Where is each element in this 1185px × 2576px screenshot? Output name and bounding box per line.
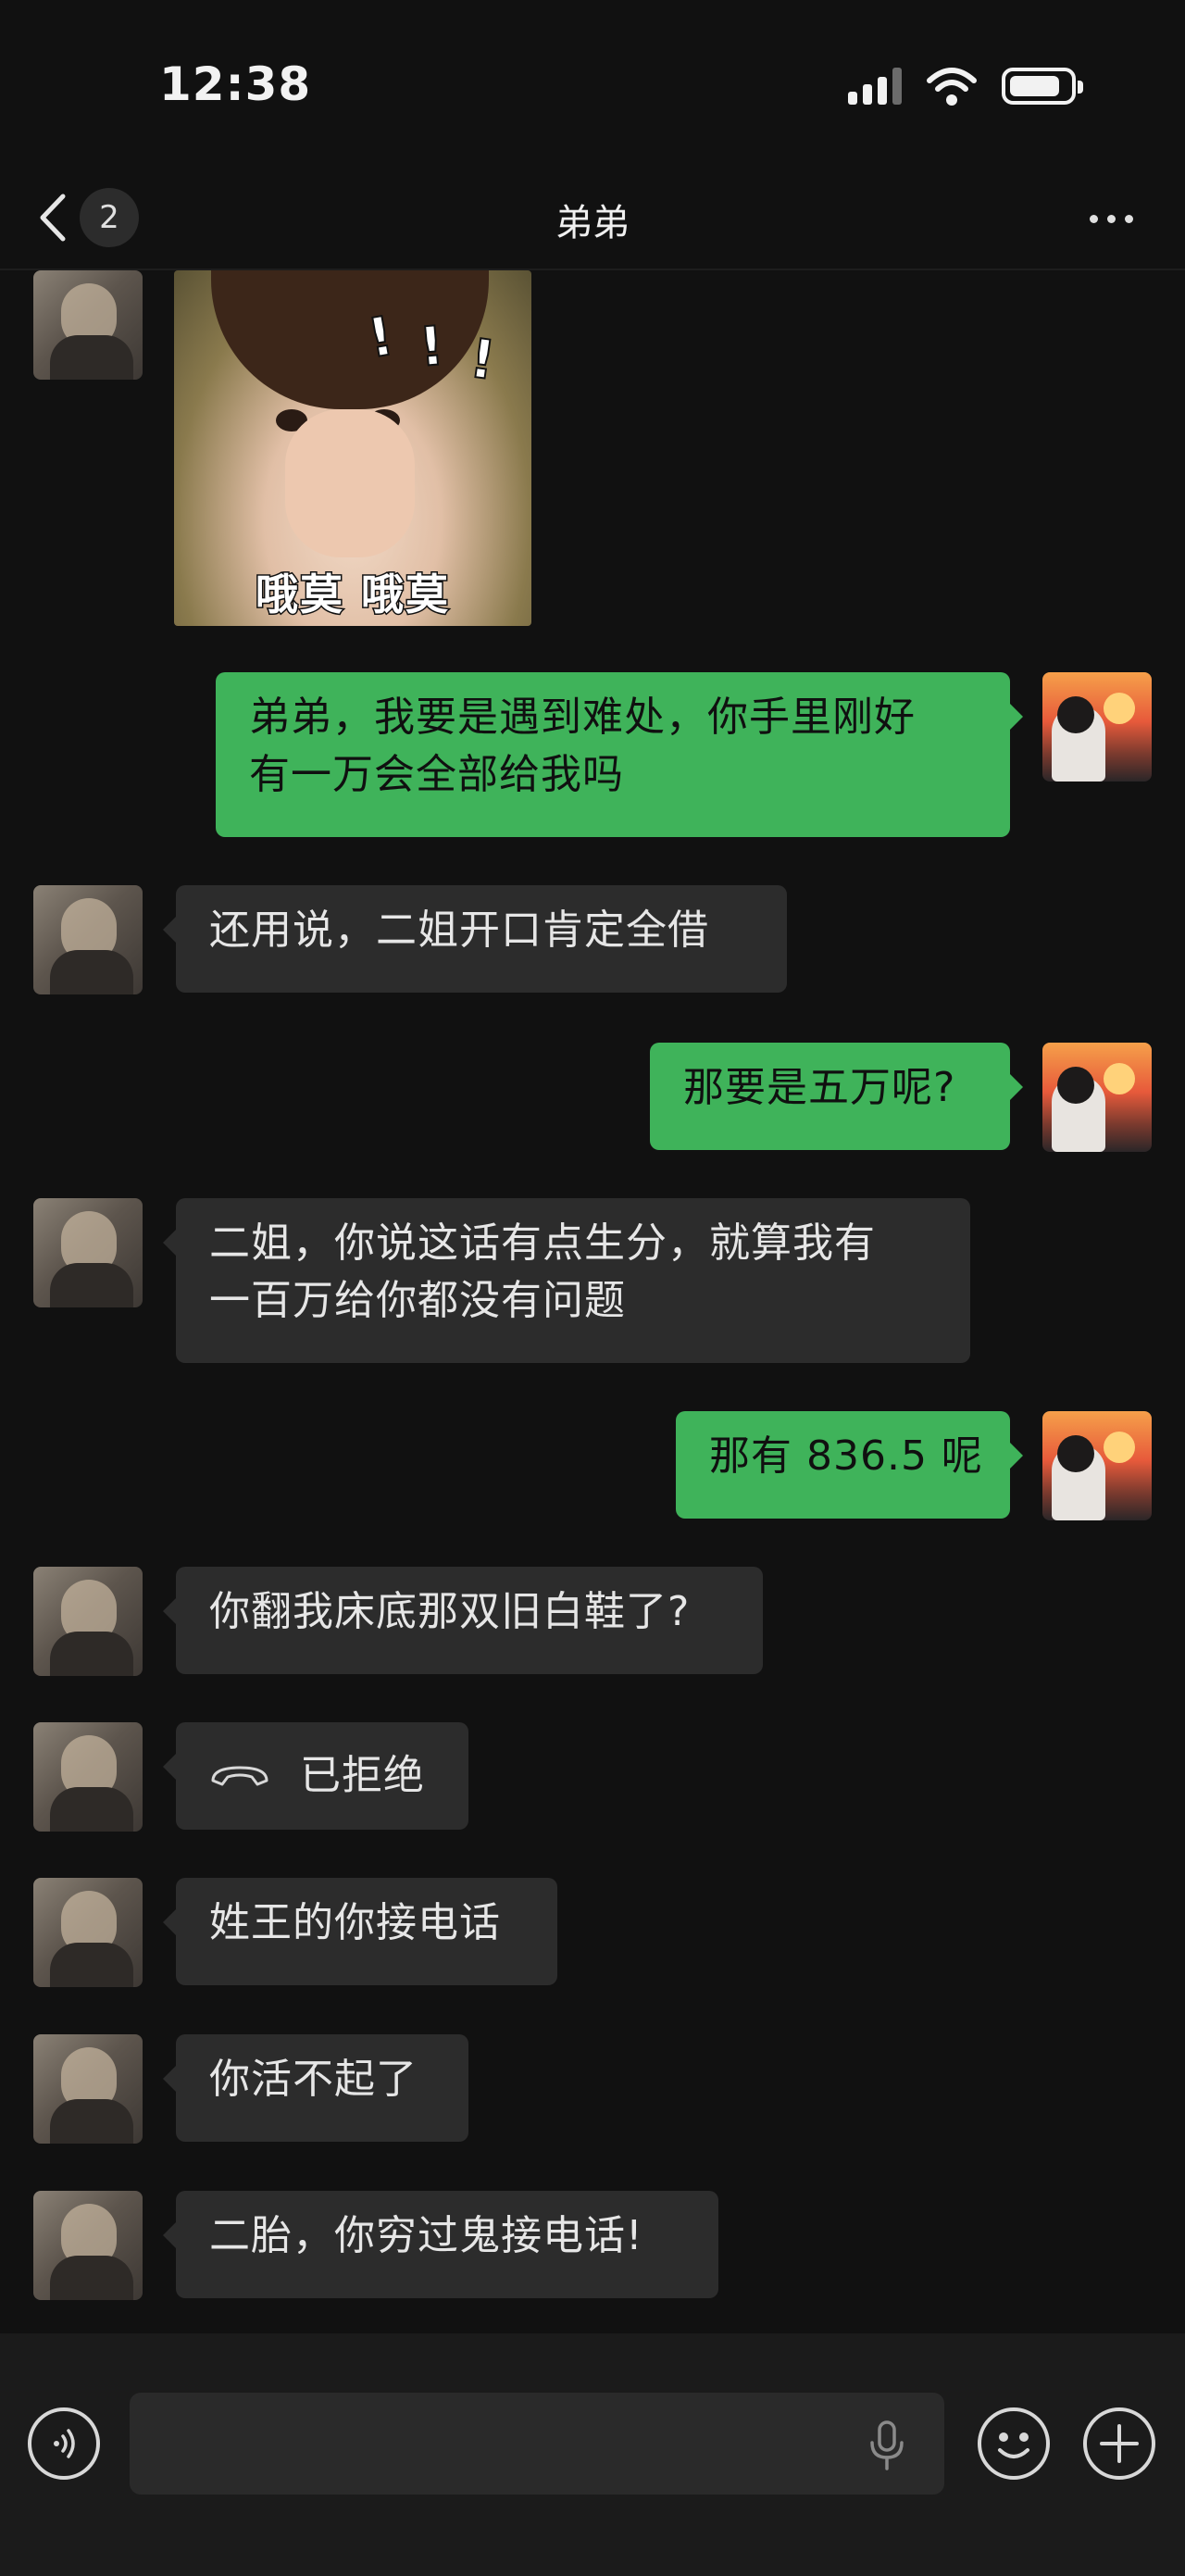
contact-avatar[interactable] — [33, 2034, 143, 2144]
message-bubble-received[interactable]: 还用说，二姐开口肯定全借 — [163, 885, 787, 993]
status-bar: 12:38 — [0, 0, 1185, 167]
chat-header: 2 弟弟 — [0, 167, 1185, 270]
voice-icon — [54, 2429, 75, 2458]
contact-avatar[interactable] — [33, 1198, 143, 1307]
message-bubble-sent[interactable]: 那要是五万呢? — [650, 1043, 1023, 1150]
signal-icon — [848, 68, 902, 105]
contact-avatar[interactable] — [33, 270, 143, 380]
my-avatar[interactable] — [1042, 1411, 1152, 1520]
status-icons — [848, 65, 1083, 107]
microphone-icon[interactable] — [867, 2420, 907, 2470]
emoji-button[interactable] — [978, 2407, 1050, 2480]
contact-avatar[interactable] — [33, 1567, 143, 1676]
more-button[interactable] — [1074, 191, 1148, 246]
input-bar — [0, 2333, 1185, 2576]
sticker-caption: 哦莫 哦莫 — [254, 569, 450, 621]
contact-avatar[interactable] — [33, 885, 143, 994]
battery-icon — [1002, 68, 1083, 105]
message-bubble-sent[interactable]: 那有 836.5 呢 — [676, 1411, 1023, 1519]
my-avatar[interactable] — [1042, 672, 1152, 782]
message-input[interactable] — [130, 2393, 944, 2495]
message-bubble-received[interactable]: 你翻我床底那双旧白鞋了? — [163, 1567, 763, 1674]
status-time: 12:38 — [159, 57, 312, 111]
phone-hangup-icon — [211, 1766, 268, 1786]
call-status-label: 已拒绝 — [300, 1752, 425, 1799]
plus-icon — [1100, 2424, 1139, 2463]
emoji-icon — [998, 2432, 1029, 2458]
message-bubble-received[interactable]: 二胎，你穷过鬼接电话! — [163, 2191, 718, 2298]
wifi-icon — [927, 68, 977, 106]
my-avatar[interactable] — [1042, 1043, 1152, 1152]
sticker-message[interactable]: ! ! ! 哦莫 哦莫 — [174, 270, 531, 626]
voice-toggle-button[interactable] — [28, 2407, 100, 2480]
contact-avatar[interactable] — [33, 1878, 143, 1987]
message-bubble-received[interactable]: 二姐，你说这话有点生分，就算我有 一百万给你都没有问题 — [163, 1198, 970, 1363]
message-bubble-sent[interactable]: 弟弟，我要是遇到难处，你手里刚好 有一万会全部给我吗 — [216, 672, 1023, 837]
contact-avatar[interactable] — [33, 2191, 143, 2300]
more-actions-button[interactable] — [1083, 2407, 1155, 2480]
chat-title: 弟弟 — [555, 202, 630, 244]
more-icon — [1089, 214, 1098, 223]
message-bubble-received[interactable]: 你活不起了 — [163, 2034, 468, 2142]
call-rejected-bubble[interactable]: 已拒绝 — [163, 1722, 468, 1830]
message-bubble-received[interactable]: 姓王的你接电话 — [163, 1878, 557, 1985]
contact-avatar[interactable] — [33, 1722, 143, 1832]
